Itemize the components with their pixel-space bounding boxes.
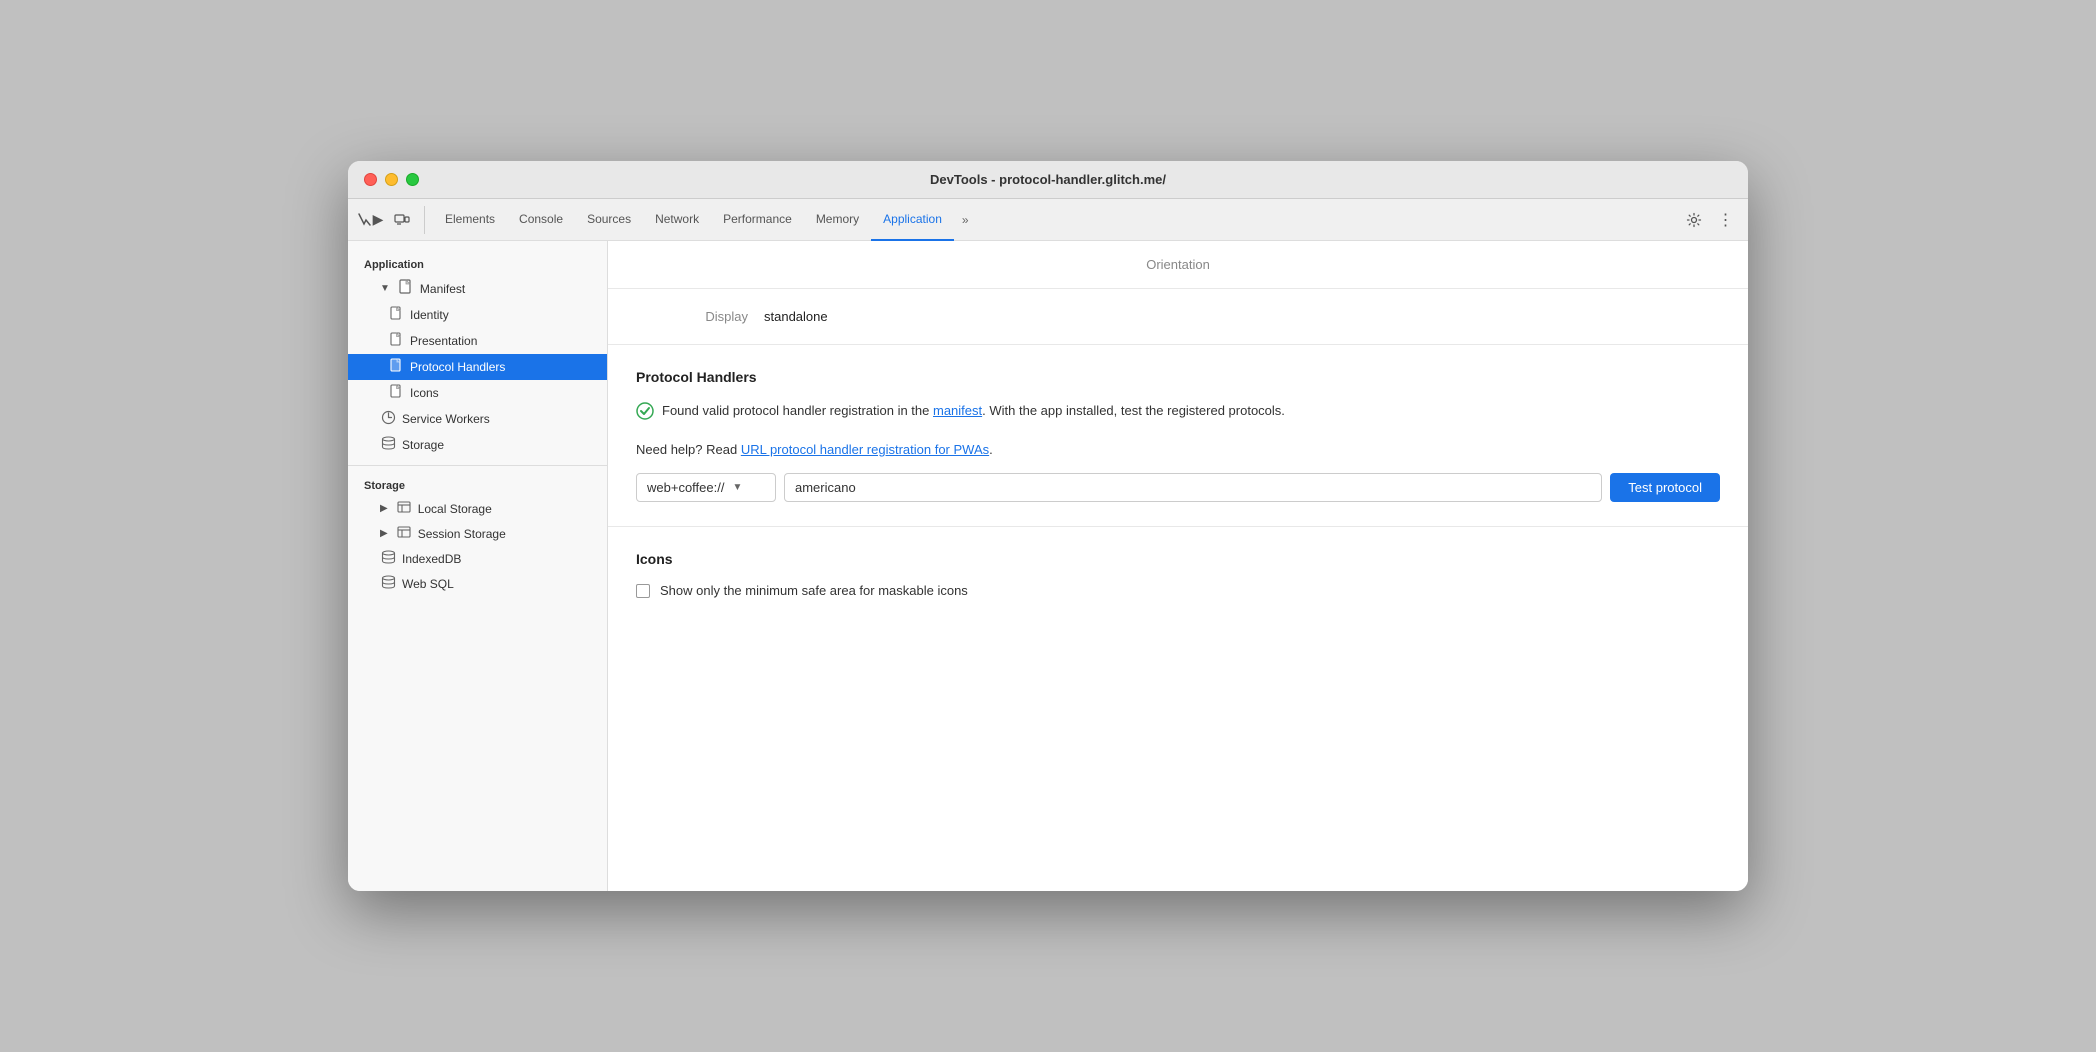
- presentation-file-icon: [388, 332, 404, 350]
- more-options-icon[interactable]: ⋮: [1712, 206, 1740, 234]
- sidebar-item-service-workers[interactable]: Service Workers: [348, 406, 607, 432]
- tab-application[interactable]: Application: [871, 199, 954, 241]
- tab-memory[interactable]: Memory: [804, 199, 871, 241]
- inspect-icon[interactable]: ▶: [356, 206, 384, 234]
- protocol-handlers-section: Protocol Handlers Found valid protocol h…: [608, 345, 1748, 527]
- maskable-icons-label: Show only the minimum safe area for mask…: [660, 583, 968, 598]
- session-storage-icon: [396, 525, 412, 542]
- window-title: DevTools - protocol-handler.glitch.me/: [930, 172, 1166, 187]
- manifest-label: Manifest: [420, 282, 465, 296]
- sidebar-item-session-storage[interactable]: ▶ Session Storage: [348, 521, 607, 546]
- tab-sources[interactable]: Sources: [575, 199, 643, 241]
- ph-success-text: Found valid protocol handler registratio…: [662, 401, 1285, 421]
- local-storage-arrow-icon: ▶: [380, 503, 388, 514]
- display-row: Display standalone: [608, 289, 1748, 345]
- tab-elements[interactable]: Elements: [433, 199, 507, 241]
- storage-icon: [380, 436, 396, 453]
- orientation-row: Orientation: [608, 241, 1748, 289]
- orientation-label: Orientation: [1146, 257, 1210, 272]
- protocol-handlers-label: Protocol Handlers: [410, 360, 505, 374]
- icons-nav-label: Icons: [410, 386, 439, 400]
- tab-network[interactable]: Network: [643, 199, 711, 241]
- sidebar-item-manifest[interactable]: ▼ Manifest: [348, 275, 607, 302]
- websql-icon: [380, 575, 396, 592]
- sidebar-item-protocol-handlers[interactable]: Protocol Handlers: [348, 354, 607, 380]
- tab-console[interactable]: Console: [507, 199, 575, 241]
- manifest-arrow-icon: ▼: [380, 283, 390, 294]
- tab-performance[interactable]: Performance: [711, 199, 804, 241]
- tabbar: ▶ Elements Console Sources Network Perfo…: [348, 199, 1748, 241]
- minimize-button[interactable]: [385, 173, 398, 186]
- more-tabs-button[interactable]: »: [954, 213, 977, 227]
- protocol-handlers-title: Protocol Handlers: [636, 369, 1720, 385]
- icons-section: Icons Show only the minimum safe area fo…: [608, 527, 1748, 622]
- icons-file-icon: [388, 384, 404, 402]
- pwa-help-link[interactable]: URL protocol handler registration for PW…: [741, 442, 989, 457]
- presentation-label: Presentation: [410, 334, 477, 348]
- indexeddb-label: IndexedDB: [402, 552, 461, 566]
- titlebar: DevTools - protocol-handler.glitch.me/: [348, 161, 1748, 199]
- sidebar-item-websql[interactable]: Web SQL: [348, 571, 607, 596]
- storage-nav-label: Storage: [402, 438, 444, 452]
- session-storage-label: Session Storage: [418, 527, 506, 541]
- maskable-icons-row: Show only the minimum safe area for mask…: [636, 583, 1720, 598]
- sidebar-divider: [348, 465, 607, 466]
- success-check-icon: [636, 401, 654, 428]
- sidebar-item-presentation[interactable]: Presentation: [348, 328, 607, 354]
- sidebar-item-indexeddb[interactable]: IndexedDB: [348, 546, 607, 571]
- service-workers-label: Service Workers: [402, 412, 490, 426]
- maskable-icons-checkbox[interactable]: [636, 584, 650, 598]
- identity-label: Identity: [410, 308, 449, 322]
- sidebar-app-section-title: Application: [348, 253, 607, 275]
- session-storage-arrow-icon: ▶: [380, 528, 388, 539]
- sidebar-item-local-storage[interactable]: ▶ Local Storage: [348, 496, 607, 521]
- manifest-link[interactable]: manifest: [933, 403, 982, 418]
- protocol-dropdown-value: web+coffee://: [647, 480, 724, 495]
- devtools-icon-group: ▶: [356, 206, 425, 234]
- test-protocol-button[interactable]: Test protocol: [1610, 473, 1720, 502]
- service-workers-icon: [380, 410, 396, 428]
- protocol-input[interactable]: [784, 473, 1602, 502]
- manifest-file-icon: [398, 279, 414, 298]
- protocol-handlers-success-row: Found valid protocol handler registratio…: [636, 401, 1720, 428]
- sidebar-storage-section-title: Storage: [348, 474, 607, 496]
- maximize-button[interactable]: [406, 173, 419, 186]
- protocol-dropdown[interactable]: web+coffee:// ▼: [636, 473, 776, 502]
- content-area: Orientation Display standalone Protocol …: [608, 241, 1748, 891]
- ph-help-row: Need help? Read URL protocol handler reg…: [636, 442, 1720, 457]
- sidebar: Application ▼ Manifest Identity Pres: [348, 241, 608, 891]
- local-storage-icon: [396, 500, 412, 517]
- sidebar-item-icons[interactable]: Icons: [348, 380, 607, 406]
- local-storage-label: Local Storage: [418, 502, 492, 516]
- dropdown-arrow-icon: ▼: [732, 482, 742, 493]
- close-button[interactable]: [364, 173, 377, 186]
- tabbar-right-group: ⋮: [1680, 206, 1740, 234]
- device-icon[interactable]: [388, 206, 416, 234]
- identity-file-icon: [388, 306, 404, 324]
- settings-icon[interactable]: [1680, 206, 1708, 234]
- display-value: standalone: [764, 309, 828, 324]
- websql-label: Web SQL: [402, 577, 454, 591]
- sidebar-item-storage[interactable]: Storage: [348, 432, 607, 457]
- display-label: Display: [668, 309, 748, 324]
- main-layout: Application ▼ Manifest Identity Pres: [348, 241, 1748, 891]
- traffic-lights: [364, 173, 419, 186]
- indexeddb-icon: [380, 550, 396, 567]
- sidebar-item-identity[interactable]: Identity: [348, 302, 607, 328]
- protocol-handlers-file-icon: [388, 358, 404, 376]
- icons-section-title: Icons: [636, 551, 1720, 567]
- ph-input-row: web+coffee:// ▼ Test protocol: [636, 473, 1720, 502]
- devtools-window: DevTools - protocol-handler.glitch.me/ ▶: [348, 161, 1748, 891]
